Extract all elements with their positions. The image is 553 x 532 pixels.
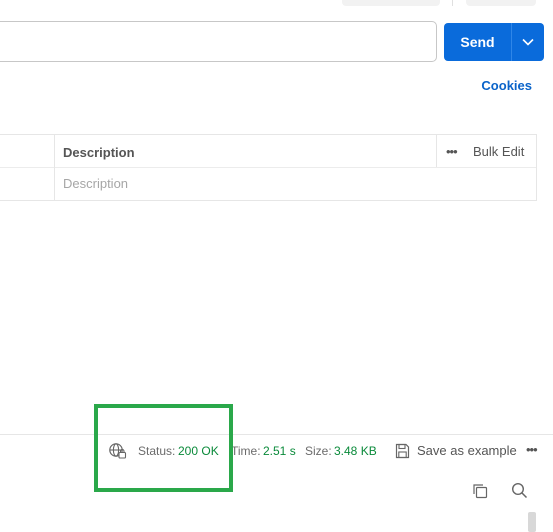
response-divider xyxy=(0,434,553,435)
cookies-link[interactable]: Cookies xyxy=(481,78,532,93)
time-label: Time: xyxy=(231,444,261,458)
size-value[interactable]: 3.48 KB xyxy=(334,444,377,458)
column-divider xyxy=(54,134,55,201)
chevron-down-icon xyxy=(522,38,534,46)
save-as-example-button[interactable]: Save as example xyxy=(417,443,517,458)
description-field[interactable]: Description xyxy=(63,176,128,191)
time-value[interactable]: 2.51 s xyxy=(263,444,296,458)
send-options-button[interactable] xyxy=(512,23,544,61)
bulk-edit-button[interactable]: Bulk Edit xyxy=(473,144,524,159)
column-divider xyxy=(536,134,537,201)
column-divider xyxy=(436,134,437,167)
description-column-header: Description xyxy=(63,145,135,160)
response-more-button[interactable]: ••• xyxy=(526,442,538,457)
url-input[interactable] xyxy=(0,21,437,62)
size-label: Size: xyxy=(305,444,332,458)
send-button[interactable]: Send xyxy=(444,23,512,61)
search-icon[interactable] xyxy=(511,482,528,499)
table-border xyxy=(0,134,537,135)
copy-icon[interactable] xyxy=(472,483,488,499)
scrollbar-thumb[interactable] xyxy=(528,512,536,532)
save-icon[interactable] xyxy=(395,443,410,459)
send-button-group[interactable]: Send xyxy=(444,23,544,61)
table-border xyxy=(0,167,537,168)
highlight-annotation-box xyxy=(94,404,233,492)
table-border xyxy=(0,200,537,201)
divider xyxy=(452,0,453,6)
column-options-button[interactable]: ••• xyxy=(446,144,458,159)
top-toolbar-control[interactable] xyxy=(342,0,440,6)
top-toolbar-toggle[interactable] xyxy=(466,0,536,6)
